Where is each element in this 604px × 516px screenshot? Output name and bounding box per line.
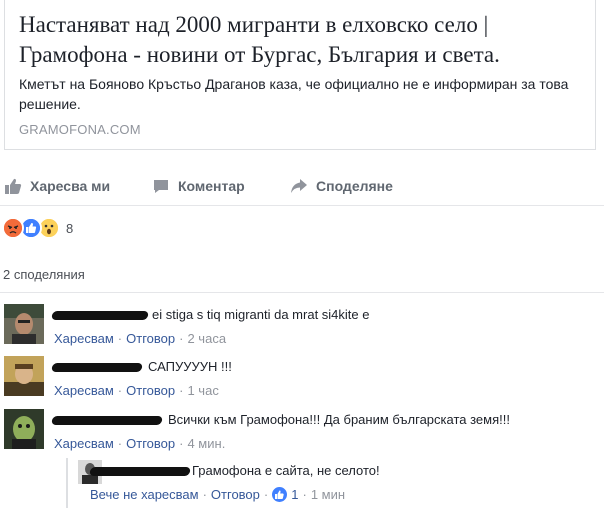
author-name-redacted[interactable] — [51, 360, 143, 374]
separator-dot: · — [302, 487, 307, 502]
comment-text: САПУУУУН !!! — [148, 359, 232, 374]
comment-meta: Харесвам · Отговор · 1 час — [54, 383, 219, 398]
link-description: Кметът на Бояново Кръстьо Драганов каза,… — [19, 76, 569, 112]
reply-body: Грамофона е сайта, не селото! — [89, 463, 380, 478]
comment-time[interactable]: 2 часа — [187, 331, 226, 346]
link-title[interactable]: Настаняват над 2000 мигранти в елховско … — [19, 10, 589, 70]
separator-dot: · — [117, 436, 123, 451]
separator-dot: · — [179, 436, 184, 451]
reactions-count[interactable]: 8 — [66, 221, 73, 236]
link-preview-card[interactable]: Настаняват над 2000 мигранти в елховско … — [4, 0, 596, 150]
avatar[interactable] — [4, 409, 44, 449]
avatar[interactable] — [4, 356, 44, 396]
comment-time[interactable]: 4 мин. — [187, 436, 225, 451]
share-icon — [290, 177, 308, 195]
comment-text: Всички към Грамофона!!! Да браним българ… — [168, 412, 510, 427]
comment-body: САПУУУУН !!! — [51, 359, 232, 374]
angry-reaction-icon — [2, 217, 24, 239]
comment-body: Всички към Грамофона!!! Да браним българ… — [51, 412, 510, 427]
post-action-bar: Харесва ми Коментар Споделяне — [0, 170, 604, 202]
link-domain: GRAMOFONA.COM — [19, 122, 141, 137]
like-label: Харесва ми — [30, 178, 111, 194]
divider — [0, 292, 604, 293]
share-label: Споделяне — [316, 178, 393, 194]
author-name-redacted[interactable] — [51, 308, 149, 322]
comment-like-link[interactable]: Харесвам — [54, 383, 114, 398]
avatar[interactable] — [4, 304, 44, 344]
comment-label: Коментар — [178, 178, 245, 194]
separator-dot: · — [117, 331, 123, 346]
separator-dot: · — [117, 383, 123, 398]
comment-button[interactable]: Коментар — [152, 170, 245, 202]
reply-like-count[interactable]: 1 — [291, 487, 298, 502]
like-button[interactable]: Харесва ми — [4, 170, 110, 202]
divider — [0, 205, 604, 206]
comment-meta: Харесвам · Отговор · 2 часа — [54, 331, 226, 346]
comment-icon — [152, 177, 170, 195]
separator-dot: · — [179, 331, 184, 346]
reply-time[interactable]: 1 мин — [311, 487, 345, 502]
comment-like-link[interactable]: Харесвам — [54, 331, 114, 346]
comment-time[interactable]: 1 час — [187, 383, 218, 398]
thumbs-up-icon — [4, 177, 22, 195]
share-button[interactable]: Споделяне — [290, 170, 393, 202]
comment-text: ei stiga s tiq migranti da mrat si4kite … — [152, 307, 370, 322]
like-reaction-icon — [272, 487, 288, 502]
unlike-link[interactable]: Вече не харесвам — [90, 487, 199, 502]
author-name-redacted[interactable] — [89, 464, 191, 478]
comment-like-link[interactable]: Харесвам — [54, 436, 114, 451]
shares-count[interactable]: 2 споделяния — [3, 267, 85, 282]
reply-link[interactable]: Отговор — [211, 487, 260, 502]
reply-meta: Вече не харесвам · Отговор · 1 · 1 мин — [90, 487, 345, 502]
comment-reply-link[interactable]: Отговор — [126, 436, 175, 451]
comment-reply-link[interactable]: Отговор — [126, 331, 175, 346]
comment-meta: Харесвам · Отговор · 4 мин. — [54, 436, 225, 451]
reply-text: Грамофона е сайта, не селото! — [192, 463, 380, 478]
separator-dot: · — [263, 487, 269, 502]
comment-reply-link[interactable]: Отговор — [126, 383, 175, 398]
separator-dot: · — [202, 487, 207, 502]
author-name-redacted[interactable] — [51, 413, 163, 427]
separator-dot: · — [179, 383, 184, 398]
reply-thread-line — [66, 458, 68, 508]
reactions-summary[interactable]: 8 — [2, 217, 73, 239]
comment-body: ei stiga s tiq migranti da mrat si4kite … — [51, 307, 370, 322]
